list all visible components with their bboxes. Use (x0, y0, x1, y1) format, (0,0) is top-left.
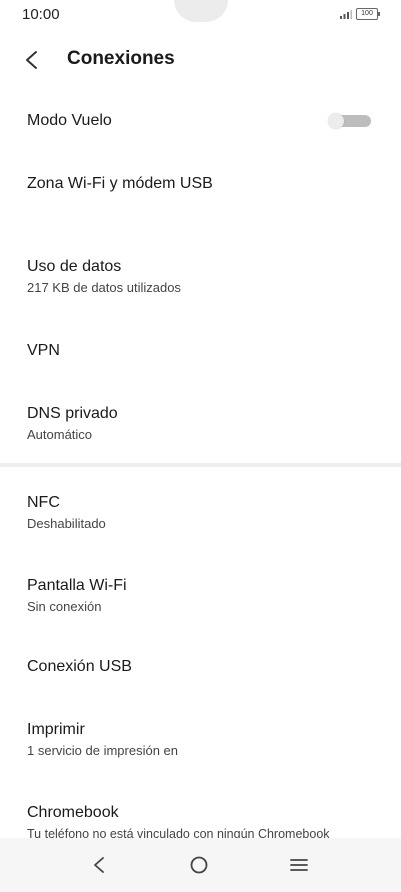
toggle-knob (328, 113, 344, 129)
list-item-usb-connection[interactable]: Conexión USB (27, 657, 387, 677)
list-item-nfc[interactable]: NFC Deshabilitado (27, 493, 387, 532)
item-title: Chromebook (27, 804, 119, 821)
list-item-printing[interactable]: Imprimir 1 servicio de impresión en (27, 720, 387, 759)
status-time: 10:00 (22, 6, 60, 23)
nav-menu-icon[interactable] (290, 858, 308, 872)
item-title: Imprimir (27, 721, 85, 738)
item-title: NFC (27, 494, 60, 511)
airplane-mode-toggle[interactable] (328, 113, 372, 129)
section-divider (0, 463, 401, 467)
navigation-bar (0, 838, 401, 892)
item-subtitle: 217 KB de datos utilizados (27, 280, 181, 295)
item-subtitle: Deshabilitado (27, 516, 106, 531)
signal-icon (340, 10, 352, 19)
item-title: Zona Wi-Fi y módem USB (27, 175, 213, 192)
nav-back-icon[interactable] (93, 856, 105, 874)
camera-notch (174, 0, 228, 22)
app-bar: Conexiones (0, 40, 401, 80)
list-item-wifi-display[interactable]: Pantalla Wi-Fi Sin conexión (27, 576, 387, 615)
back-arrow-icon[interactable] (24, 50, 40, 70)
battery-icon: 100 (356, 8, 380, 20)
list-item-chromebook[interactable]: Chromebook Tu teléfono no está vinculado… (27, 803, 387, 842)
page-title: Conexiones (67, 48, 175, 69)
list-item-vpn[interactable]: VPN (27, 341, 387, 361)
status-bar: 10:00 100 (0, 0, 401, 32)
item-title: Pantalla Wi-Fi (27, 577, 127, 594)
item-title: Uso de datos (27, 258, 122, 275)
list-item-data-usage[interactable]: Uso de datos 217 KB de datos utilizados (27, 257, 387, 296)
item-title: Conexión USB (27, 658, 132, 675)
item-subtitle: Automático (27, 427, 93, 442)
item-title: VPN (27, 342, 60, 359)
list-item-hotspot[interactable]: Zona Wi-Fi y módem USB (27, 174, 387, 194)
nav-home-icon[interactable] (190, 856, 208, 874)
list-item-private-dns[interactable]: DNS privado Automático (27, 404, 387, 443)
item-subtitle: 1 servicio de impresión en (27, 743, 179, 758)
item-title: DNS privado (27, 405, 118, 422)
item-subtitle: Sin conexión (27, 599, 102, 614)
